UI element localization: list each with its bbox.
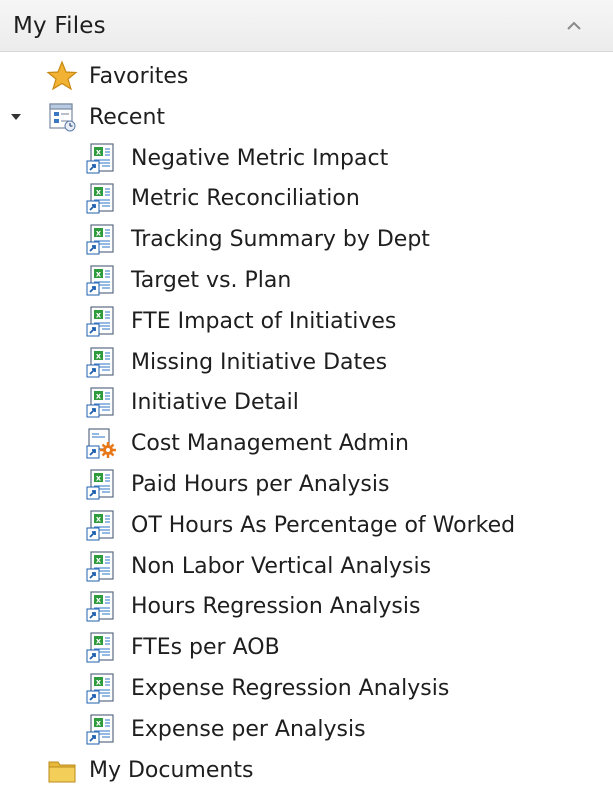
svg-text:x: x: [96, 637, 102, 646]
report-shortcut-icon: x: [85, 590, 117, 622]
tree-item-label: Target vs. Plan: [131, 267, 292, 293]
report-shortcut-icon: x: [85, 346, 117, 378]
tree-item-label: Recent: [89, 104, 166, 130]
tree-item-label: Cost Management Admin: [131, 431, 409, 457]
svg-text:x: x: [96, 269, 102, 278]
tree-item-label: Missing Initiative Dates: [131, 349, 388, 375]
report-shortcut-icon: x: [85, 386, 117, 418]
panel-title: My Files: [13, 13, 106, 39]
report-shortcut-icon: x: [85, 550, 117, 582]
svg-text:x: x: [96, 392, 102, 401]
svg-text:x: x: [96, 229, 102, 238]
report-shortcut-icon: x: [85, 468, 117, 500]
tree-item-label: Paid Hours per Analysis: [131, 471, 390, 497]
report-shortcut-icon: x: [85, 142, 117, 174]
report-shortcut-icon: x: [85, 713, 117, 745]
tree-item-label: Initiative Detail: [131, 390, 299, 416]
chevron-up-icon[interactable]: [562, 14, 586, 38]
tree-item-label: Metric Reconciliation: [131, 186, 360, 212]
svg-text:x: x: [96, 147, 102, 156]
report-shortcut-icon: x: [85, 509, 117, 541]
tree-item-my-documents[interactable]: My Documents: [0, 750, 613, 791]
tree-item-recent-file[interactable]: Cost Management Admin: [0, 423, 613, 464]
tree-item-label: Negative Metric Impact: [131, 145, 389, 171]
tree-item-recent-file[interactable]: x OT Hours As Percentage of Worked: [0, 505, 613, 546]
recent-documents-icon: [46, 101, 78, 133]
tree-item-recent-file[interactable]: x Expense per Analysis: [0, 709, 613, 750]
report-shortcut-icon: x: [85, 223, 117, 255]
svg-text:x: x: [96, 596, 102, 605]
tree-item-recent-file[interactable]: x Non Labor Vertical Analysis: [0, 546, 613, 587]
tree-item-label: Expense per Analysis: [131, 716, 366, 742]
my-files-panel: My Files Favorites Recent x Negative Met…: [0, 0, 613, 791]
tree-item-label: Non Labor Vertical Analysis: [131, 553, 432, 579]
tree-item-label: Tracking Summary by Dept: [131, 227, 430, 253]
svg-text:x: x: [96, 188, 102, 197]
tree-item-label: OT Hours As Percentage of Worked: [131, 512, 516, 538]
report-shortcut-icon: x: [85, 672, 117, 704]
svg-text:x: x: [96, 351, 102, 360]
tree-item-recent-file[interactable]: x Expense Regression Analysis: [0, 668, 613, 709]
tree-item-recent-file[interactable]: x Initiative Detail: [0, 382, 613, 423]
tree-item-recent-file[interactable]: x FTEs per AOB: [0, 627, 613, 668]
tree-item-label: FTE Impact of Initiatives: [131, 308, 397, 334]
svg-text:x: x: [96, 310, 102, 319]
svg-text:x: x: [96, 555, 102, 564]
tree-item-label: Favorites: [89, 64, 189, 89]
svg-text:x: x: [96, 473, 102, 482]
tree-item-label: Hours Regression Analysis: [131, 594, 421, 620]
report-shortcut-icon: x: [85, 182, 117, 214]
tree-item-label: Expense Regression Analysis: [131, 675, 450, 701]
svg-text:x: x: [96, 514, 102, 523]
tree-item-recent-file[interactable]: x Target vs. Plan: [0, 260, 613, 301]
expand-arrow-icon[interactable]: [8, 109, 24, 125]
report-shortcut-icon: x: [85, 264, 117, 296]
panel-header[interactable]: My Files: [0, 0, 613, 52]
tree-item-recent-file[interactable]: x Negative Metric Impact: [0, 138, 613, 179]
tree-item-recent[interactable]: Recent: [0, 97, 613, 138]
tree-item-recent-file[interactable]: x Paid Hours per Analysis: [0, 464, 613, 505]
tree-item-favorites[interactable]: Favorites: [0, 56, 613, 97]
tree-item-label: My Documents: [89, 757, 254, 783]
tree-item-recent-file[interactable]: x FTE Impact of Initiatives: [0, 301, 613, 342]
tree-item-recent-file[interactable]: x Metric Reconciliation: [0, 178, 613, 219]
star-icon: [46, 60, 78, 92]
report-shortcut-icon: x: [85, 305, 117, 337]
svg-text:x: x: [96, 677, 102, 686]
tree-item-recent-file[interactable]: x Missing Initiative Dates: [0, 342, 613, 383]
tree-item-label: FTEs per AOB: [131, 635, 280, 661]
tree-item-recent-file[interactable]: x Hours Regression Analysis: [0, 586, 613, 627]
report-shortcut-icon: x: [85, 631, 117, 663]
tree-item-recent-file[interactable]: x Tracking Summary by Dept: [0, 219, 613, 260]
admin-shortcut-icon: [85, 427, 117, 459]
svg-text:x: x: [96, 718, 102, 727]
folder-icon: [46, 754, 78, 786]
file-tree: Favorites Recent x Negative Metric Impac…: [0, 56, 613, 790]
